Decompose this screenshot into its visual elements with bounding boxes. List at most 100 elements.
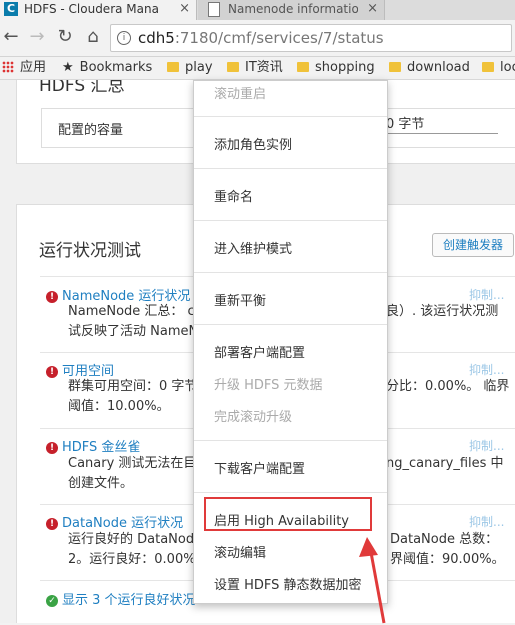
show-good-label[interactable]: 显示 3 个运行良好状况	[62, 593, 196, 608]
health-item-desc-right: 良）. 该运行状况测	[386, 304, 499, 319]
check-icon: ✓	[46, 595, 58, 607]
back-icon[interactable]: ←	[0, 26, 22, 48]
error-icon: !	[46, 366, 58, 378]
folder-icon	[389, 62, 401, 72]
desc-line: 群集可用空间：0 字节	[68, 379, 198, 394]
menu-item-upgrade-hdfs-metadata[interactable]: 升级 HDFS 元数据	[214, 374, 323, 393]
desc-line: 运行良好的 DataNode	[68, 532, 203, 547]
tab-title: Namenode information	[228, 2, 358, 16]
health-item-desc-right: DataNode 总数： 界阈值：90.00%。	[390, 530, 505, 570]
menu-item-add-role-instances[interactable]: 添加角色实例	[214, 134, 292, 153]
url-path: :7180/cmf/services/7/status	[174, 29, 384, 47]
forward-icon[interactable]: →	[26, 26, 48, 48]
menu-item-rename[interactable]: 重命名	[214, 186, 253, 205]
menu-divider	[194, 116, 387, 117]
suppress-link[interactable]: 抑制...	[469, 437, 504, 454]
capacity-value: 0 字节	[386, 117, 425, 132]
health-item-desc: 运行良好的 DataNode 2。运行良好：0.00%。	[68, 530, 209, 570]
desc-line: 试反映了活动 NameN	[68, 324, 199, 339]
health-item-title[interactable]: HDFS 金丝雀	[62, 440, 140, 455]
document-icon	[208, 2, 220, 17]
tab-hdfs-cloudera[interactable]: C HDFS - Cloudera Mana ×	[0, 0, 197, 20]
desc-line: 阈值：10.00%。	[68, 399, 170, 414]
folder-icon	[297, 62, 309, 72]
bookmark-download[interactable]: download	[389, 57, 470, 79]
star-icon: ★	[62, 60, 74, 75]
info-icon[interactable]: i	[117, 31, 131, 45]
menu-item-finalize-rolling-upgrade[interactable]: 完成滚动升级	[214, 406, 292, 425]
menu-divider	[194, 272, 387, 273]
desc-line: 界阈值：90.00%。	[390, 552, 505, 567]
health-item-desc: NameNode 汇总： cd 试反映了活动 NameN	[68, 302, 203, 342]
cloudera-icon: C	[4, 2, 18, 16]
bookmark-label: 应用	[20, 60, 47, 75]
health-item-title[interactable]: DataNode 运行状况	[62, 516, 183, 531]
hdfs-summary-title: HDFS 汇总	[39, 80, 125, 96]
error-icon: !	[46, 518, 58, 530]
desc-line: NameNode 汇总： cd	[68, 304, 203, 319]
folder-icon	[227, 62, 239, 72]
tab-strip: C HDFS - Cloudera Mana × Namenode inform…	[0, 0, 515, 20]
bookmark-label: Bookmarks	[79, 60, 153, 75]
suppress-link[interactable]: 抑制...	[469, 361, 504, 378]
reload-icon[interactable]: ↻	[54, 26, 76, 48]
bookmark-label: play	[185, 60, 213, 75]
bookmark-apps[interactable]: 应用	[2, 57, 46, 79]
menu-divider	[194, 440, 387, 441]
menu-item-deploy-client-config[interactable]: 部署客户端配置	[214, 342, 305, 361]
desc-line: 创建文件。	[68, 476, 134, 491]
menu-item-enter-maintenance[interactable]: 进入维护模式	[214, 238, 292, 257]
bookmark-loc[interactable]: loc	[482, 57, 515, 79]
health-item-desc: Canary 测试无法在目录 创建文件。	[68, 454, 209, 494]
create-trigger-button[interactable]: 创建触发器	[432, 233, 514, 257]
capacity-label: 配置的容量	[58, 123, 124, 138]
tab-namenode-information[interactable]: Namenode information ×	[198, 0, 385, 20]
navigation-bar: ← → ↻ ⌂ i cdh5:7180/cmf/services/7/statu…	[0, 20, 515, 57]
desc-line: DataNode 总数：	[390, 532, 499, 547]
annotation-arrow-icon	[359, 537, 386, 624]
health-tests-title: 运行状况测试	[39, 241, 141, 261]
health-item-desc-right: ng_canary_files 中	[386, 456, 504, 471]
address-bar[interactable]: i cdh5:7180/cmf/services/7/status	[110, 24, 512, 52]
home-icon[interactable]: ⌂	[82, 26, 104, 48]
bookmark-label: shopping	[315, 60, 375, 75]
tab-title: HDFS - Cloudera Mana	[24, 2, 159, 16]
bookmark-play[interactable]: play	[167, 57, 213, 79]
health-item-desc-right: 分比：0.00%。 临界	[386, 379, 510, 394]
suppress-link[interactable]: 抑制...	[469, 513, 504, 530]
suppress-link[interactable]: 抑制...	[469, 286, 504, 303]
health-item-datanode[interactable]: ! DataNode 运行状况	[46, 512, 183, 531]
menu-divider	[194, 324, 387, 325]
close-icon[interactable]: ×	[179, 0, 190, 18]
folder-icon	[482, 62, 494, 72]
error-icon: !	[46, 442, 58, 454]
folder-icon	[167, 62, 179, 72]
bookmark-label: IT资讯	[245, 60, 283, 75]
error-icon: !	[46, 291, 58, 303]
desc-line: Canary 测试无法在目录	[68, 456, 210, 471]
menu-item-rebalance[interactable]: 重新平衡	[214, 290, 266, 309]
apps-icon	[2, 61, 14, 73]
bookmark-it-news[interactable]: IT资讯	[227, 57, 283, 79]
desc-line: 2。运行良好：0.00%。	[68, 552, 209, 567]
menu-item-hdfs-encryption[interactable]: 设置 HDFS 静态数据加密	[214, 574, 362, 593]
highlight-box	[204, 497, 372, 531]
bookmarks-bar: 应用 ★ Bookmarks play IT资讯 shopping downloa…	[0, 57, 515, 80]
menu-divider	[194, 168, 387, 169]
menu-item-download-client-config[interactable]: 下载客户端配置	[214, 458, 305, 477]
bookmark-label: loc	[500, 60, 515, 75]
health-item-desc: 群集可用空间：0 字节 阈值：10.00%。	[68, 377, 197, 417]
bookmark-shopping[interactable]: shopping	[297, 57, 375, 79]
url-host: cdh5	[138, 29, 175, 47]
menu-item-roll-edits[interactable]: 滚动编辑	[214, 542, 266, 561]
menu-divider	[194, 220, 387, 221]
show-good-health-link[interactable]: ✓ 显示 3 个运行良好状况	[46, 589, 196, 608]
capacity-bar	[386, 133, 498, 134]
url-text: cdh5:7180/cmf/services/7/status	[138, 25, 384, 51]
close-icon[interactable]: ×	[367, 0, 378, 18]
health-item-hdfs-canary[interactable]: ! HDFS 金丝雀	[46, 436, 140, 455]
menu-divider	[194, 492, 387, 493]
bookmark-bookmarks[interactable]: ★ Bookmarks	[62, 57, 152, 79]
menu-item-rolling-restart[interactable]: 滚动重启	[214, 83, 266, 102]
bookmark-label: download	[407, 60, 470, 75]
